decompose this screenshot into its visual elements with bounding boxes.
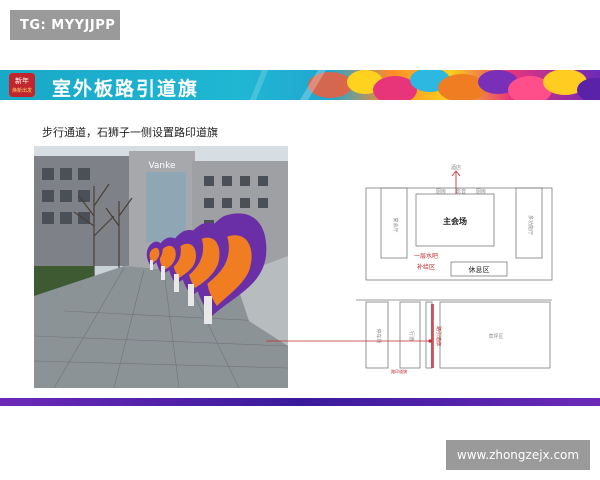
bottom-strip bbox=[0, 398, 600, 406]
header-banner: 室外板路引道旗 bbox=[0, 70, 600, 100]
page-subtitle: 步行通道，石狮子一侧设置路印道旗 bbox=[42, 126, 218, 139]
fp-top-label-3: 影音 bbox=[456, 188, 466, 195]
banner-title: 室外板路引道旗 bbox=[52, 78, 200, 100]
watermark-bottom-right: www.zhongzejx.com bbox=[446, 440, 590, 470]
watermark-top-left: TG: MYYJJPP bbox=[10, 10, 120, 40]
fp-top-label-1: 酒店 bbox=[451, 164, 461, 171]
fp-right-room: 多功能厅 bbox=[527, 215, 534, 235]
fp-left-lower: 停车场 bbox=[375, 328, 382, 343]
building-sign: Vanke bbox=[148, 161, 176, 171]
fp-lower-area: 草坪区 bbox=[488, 333, 503, 340]
fp-bar-area-1: 一层水吧 bbox=[414, 252, 438, 260]
fp-route-label: 路引道旗 bbox=[435, 326, 442, 346]
fp-bar-area-2: 补给区 bbox=[417, 263, 435, 271]
fp-bottom-label: 路印道旗 bbox=[391, 368, 407, 374]
logo-line2: 焕新出发 bbox=[12, 87, 32, 94]
street-photo: Vanke bbox=[34, 146, 288, 388]
logo-line1: 新年 bbox=[15, 76, 29, 85]
fp-main-hall: 主会场 bbox=[443, 216, 467, 226]
fp-top-label-2: 厨房 bbox=[436, 188, 446, 195]
floor-plan: 酒店 厨房 影音 厨房 宴会厅 多功能厅 停车场 行道 草坪区 主会场 休息区 … bbox=[356, 164, 553, 374]
fp-middle-lower: 行道 bbox=[408, 331, 415, 341]
fp-rest-area: 休息区 bbox=[469, 265, 490, 274]
logo-badge: 新年 焕新出发 bbox=[9, 73, 35, 97]
fp-left-room: 宴会厅 bbox=[392, 217, 399, 232]
fp-top-label-4: 厨房 bbox=[476, 188, 486, 195]
